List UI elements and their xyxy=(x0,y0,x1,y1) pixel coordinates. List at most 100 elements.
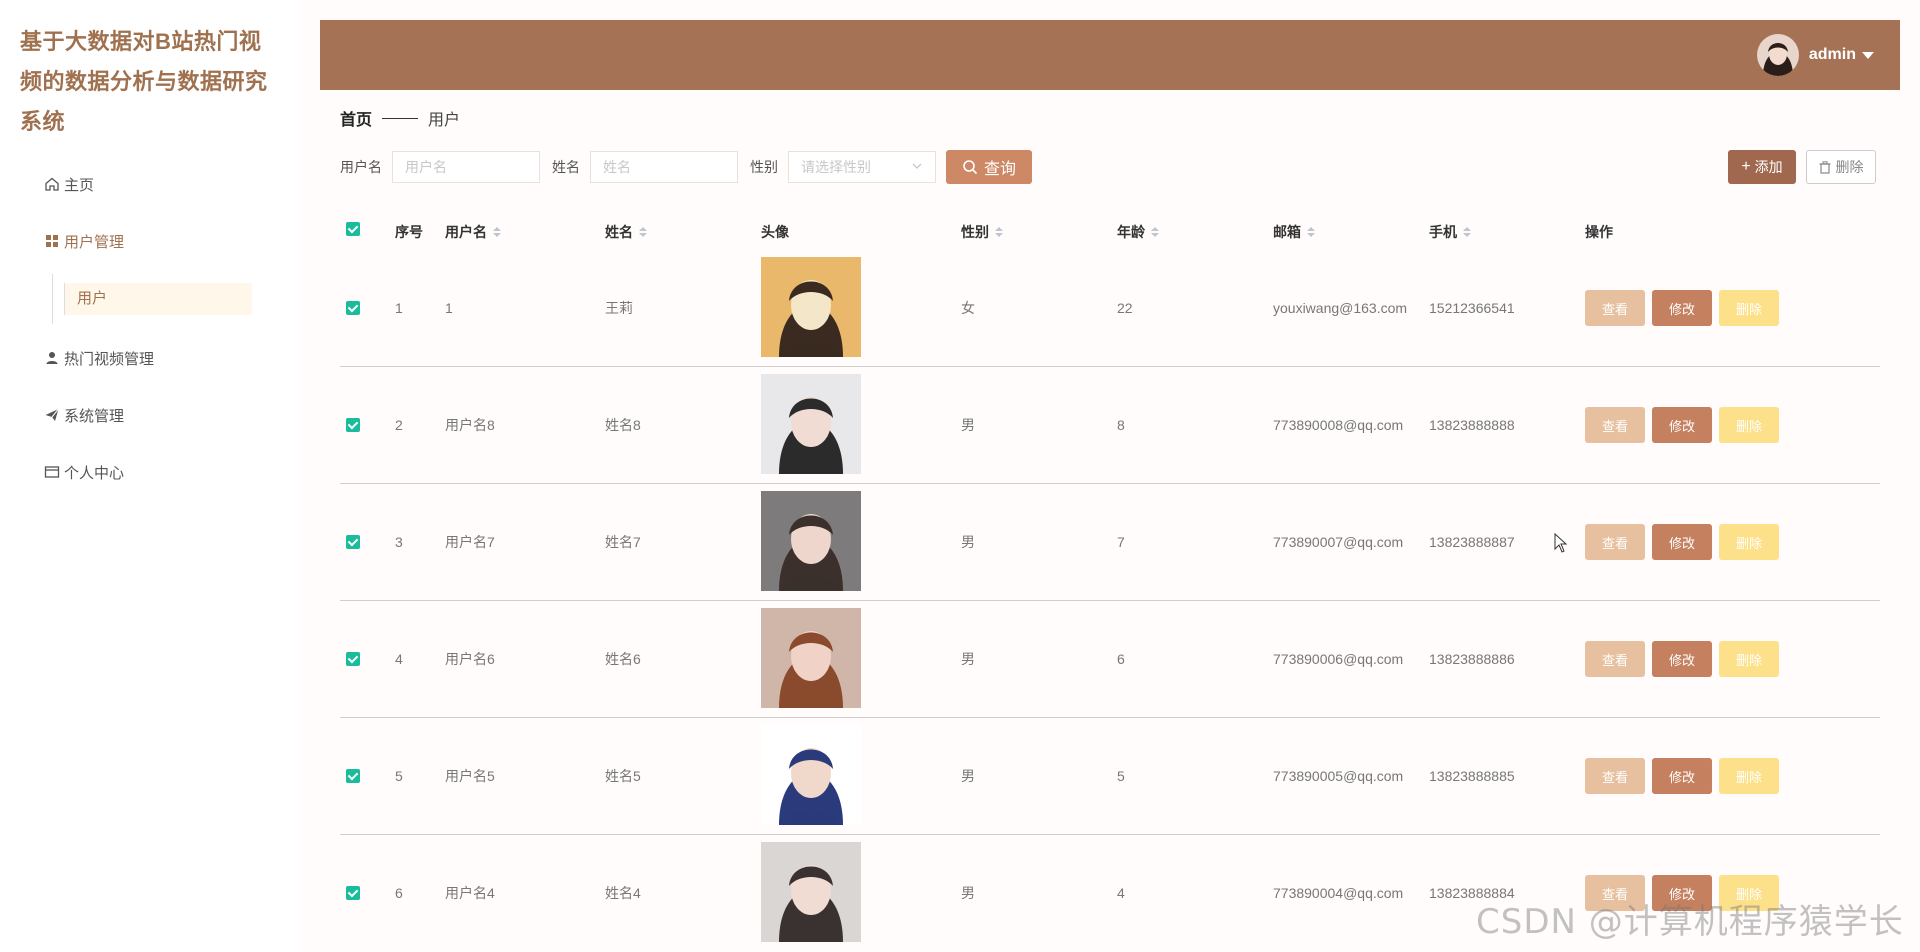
cell-email: 773890004@qq.com xyxy=(1273,885,1404,901)
name-input[interactable] xyxy=(590,151,738,183)
cell-name: 王莉 xyxy=(605,300,633,316)
cell-email: youxiwang@163.com xyxy=(1273,300,1408,316)
gender-select[interactable]: 请选择性别 xyxy=(788,151,936,183)
cell-email: 773890005@qq.com xyxy=(1273,768,1404,784)
sidebar-item-home[interactable]: 主页 xyxy=(44,170,94,198)
sidebar-item-label: 热门视频管理 xyxy=(64,350,155,368)
sort-icon xyxy=(995,227,1003,237)
header-gender-label: 性别 xyxy=(961,224,989,240)
header-email-label: 邮箱 xyxy=(1273,224,1301,240)
breadcrumb: 首页 用户 xyxy=(340,106,461,130)
sidebar-item-personal-center[interactable]: 个人中心 xyxy=(44,458,124,486)
cell-gender: 男 xyxy=(961,768,975,784)
cell-avatar xyxy=(761,607,861,711)
view-button[interactable]: 查看 xyxy=(1585,641,1645,677)
username-label: 用户名 xyxy=(340,159,382,175)
batch-delete-button[interactable]: 删除 xyxy=(1806,150,1876,184)
header-username[interactable]: 用户名 xyxy=(445,222,501,242)
cell-actions: 查看 修改 删除 xyxy=(1585,290,1779,326)
header-username-label: 用户名 xyxy=(445,224,487,240)
delete-button[interactable]: 删除 xyxy=(1719,758,1779,794)
sort-icon xyxy=(1463,227,1471,237)
view-button[interactable]: 查看 xyxy=(1585,290,1645,326)
user-photo xyxy=(761,841,861,942)
table-row: 3 用户名7 姓名7 男 7 773890007@qq.com 13823888887 查看修… xyxy=(340,484,1880,601)
avatar xyxy=(1756,34,1799,76)
cell-index: 4 xyxy=(395,651,403,667)
query-button[interactable]: 查询 xyxy=(946,150,1032,184)
select-all-checkbox[interactable] xyxy=(346,222,360,236)
row-checkbox[interactable] xyxy=(346,301,360,315)
sort-icon xyxy=(1151,227,1159,237)
header-gender[interactable]: 性别 xyxy=(961,222,1003,242)
cell-gender: 男 xyxy=(961,417,975,433)
cell-index: 3 xyxy=(395,534,403,550)
cell-age: 6 xyxy=(1117,651,1125,667)
edit-button[interactable]: 修改 xyxy=(1652,641,1712,677)
view-button[interactable]: 查看 xyxy=(1585,407,1645,443)
cell-username: 用户名4 xyxy=(445,885,495,901)
cell-email: 773890007@qq.com xyxy=(1273,534,1404,550)
cell-avatar xyxy=(761,256,861,360)
breadcrumb-current: 用户 xyxy=(428,112,461,129)
table-body: 1 1 王莉女 22 youxiwang@163.com 15212366541 查看 修改删… xyxy=(340,250,1880,951)
edit-button[interactable]: 修改 xyxy=(1652,758,1712,794)
cell-username: 1 xyxy=(445,300,453,316)
sidebar-item-label: 系统管理 xyxy=(64,407,125,425)
header-age[interactable]: 年龄 xyxy=(1117,222,1159,242)
user-table: 序号 用户名 姓名 头像 性别 年龄 邮箱 手机 操作 1 1 王莉 女 22 youxi… xyxy=(340,214,1880,951)
row-checkbox[interactable] xyxy=(346,418,360,432)
cell-index: 5 xyxy=(395,768,403,784)
row-checkbox[interactable] xyxy=(346,769,360,783)
cell-name: 姓名5 xyxy=(605,768,641,784)
header-name[interactable]: 姓名 xyxy=(605,222,647,242)
chevron-down-icon xyxy=(911,159,923,175)
query-button-label: 查询 xyxy=(983,161,1016,178)
cell-actions: 查看 修改 删除 xyxy=(1585,407,1779,443)
sidebar-item-video-management[interactable]: 热门视频管理 xyxy=(44,344,154,372)
delete-button[interactable]: 删除 xyxy=(1719,290,1779,326)
edit-button[interactable]: 修改 xyxy=(1652,290,1712,326)
gender-label: 性别 xyxy=(750,159,778,175)
header-email[interactable]: 邮箱 xyxy=(1273,222,1315,242)
row-checkbox[interactable] xyxy=(346,886,360,900)
breadcrumb-home[interactable]: 首页 xyxy=(340,106,372,130)
cell-phone: 13823888888 xyxy=(1429,417,1515,433)
name-label: 姓名 xyxy=(552,159,580,175)
cell-index: 2 xyxy=(395,417,403,433)
cell-age: 7 xyxy=(1117,534,1125,550)
app-title: 基于大数据对B站热门视频的数据分析与数据研究系统 xyxy=(20,29,268,134)
cell-avatar xyxy=(761,724,861,828)
add-button[interactable]: + 添加 xyxy=(1728,150,1796,184)
cell-age: 8 xyxy=(1117,417,1125,433)
trash-icon xyxy=(1819,160,1831,174)
header-age-label: 年龄 xyxy=(1117,224,1145,240)
username-input[interactable] xyxy=(392,151,540,183)
sidebar-item-user-management[interactable]: 用户管理 xyxy=(44,227,124,255)
cell-username: 用户名8 xyxy=(445,417,495,433)
sidebar-item-system-management[interactable]: 系统管理 xyxy=(44,401,124,429)
view-button[interactable]: 查看 xyxy=(1585,758,1645,794)
delete-button[interactable]: 删除 xyxy=(1719,641,1779,677)
user-menu[interactable]: admin xyxy=(1756,34,1874,76)
submenu-divider xyxy=(52,274,53,324)
header-actions: 操作 xyxy=(1585,224,1613,240)
grid-icon xyxy=(44,233,60,249)
sidebar-subitem-users[interactable]: 用户 xyxy=(64,283,252,315)
header-phone-label: 手机 xyxy=(1429,224,1457,240)
sidebar-item-label: 个人中心 xyxy=(64,464,125,482)
edit-button[interactable]: 修改 xyxy=(1652,407,1712,443)
view-button[interactable]: 查看 xyxy=(1585,524,1645,560)
cell-name: 姓名8 xyxy=(605,417,641,433)
cell-gender: 女 xyxy=(961,300,975,316)
cell-gender: 男 xyxy=(961,651,975,667)
cell-avatar xyxy=(761,490,861,594)
delete-button[interactable]: 删除 xyxy=(1719,524,1779,560)
send-icon xyxy=(44,407,60,423)
sort-icon xyxy=(639,227,647,237)
edit-button[interactable]: 修改 xyxy=(1652,524,1712,560)
row-checkbox[interactable] xyxy=(346,652,360,666)
delete-button[interactable]: 删除 xyxy=(1719,407,1779,443)
row-checkbox[interactable] xyxy=(346,535,360,549)
header-phone[interactable]: 手机 xyxy=(1429,222,1471,242)
